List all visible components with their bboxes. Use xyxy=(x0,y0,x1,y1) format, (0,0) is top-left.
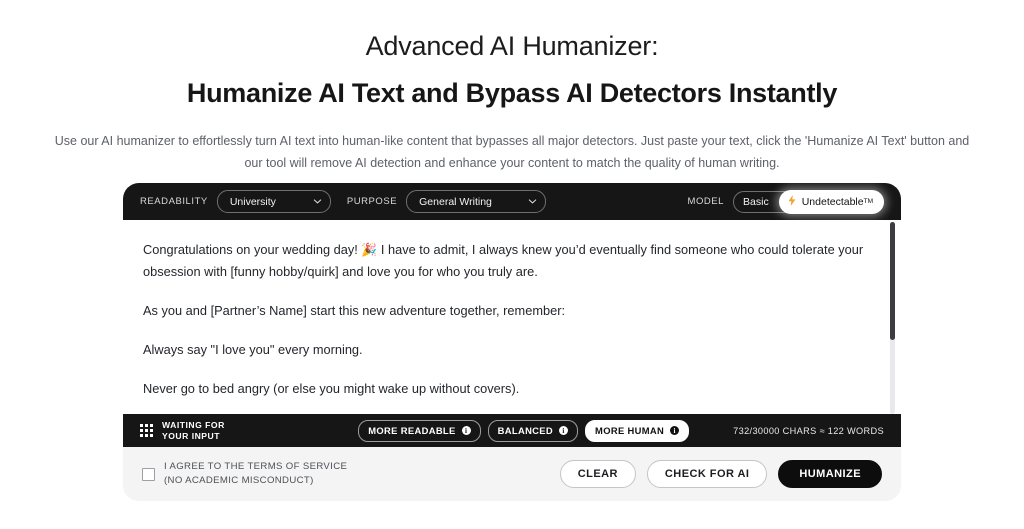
status-message: WAITING FOR YOUR INPUT xyxy=(162,419,225,441)
editor-paragraph: As you and [Partner’s Name] start this n… xyxy=(143,303,566,318)
model-label: MODEL xyxy=(687,196,725,207)
lightning-bolt-icon xyxy=(788,195,796,208)
model-toggle-group: Basic Undetectable TM xyxy=(733,189,884,214)
trademark-mark: TM xyxy=(863,198,873,205)
purpose-label: PURPOSE xyxy=(346,196,398,207)
info-icon[interactable]: i xyxy=(559,426,569,435)
style-pill-more-readable[interactable]: MORE READABLE i xyxy=(358,419,481,442)
clear-button[interactable]: CLEAR xyxy=(559,460,636,488)
editor-text-content: Congratulations on your wedding day! 🎉 I… xyxy=(123,220,901,400)
readability-label: READABILITY xyxy=(140,196,208,207)
page-title-line1: Advanced AI Humanizer: xyxy=(365,31,659,61)
editor-scrollbar-thumb[interactable] xyxy=(890,222,895,340)
editor-paragraph: Never go to bed angry (or else you might… xyxy=(143,381,520,396)
model-option-basic[interactable]: Basic xyxy=(743,196,779,208)
style-pill-balanced[interactable]: BALANCED i xyxy=(487,419,579,442)
info-icon[interactable]: i xyxy=(461,426,471,435)
terms-checkbox[interactable] xyxy=(142,467,155,481)
editor-paragraph: Congratulations on your wedding day! 🎉 I… xyxy=(143,242,864,279)
character-count: 732/30000 CHARS ≈ 122 WORDS xyxy=(733,425,884,436)
style-pill-label: BALANCED xyxy=(497,425,554,436)
chevron-down-icon xyxy=(313,197,322,206)
humanizer-editor-card: READABILITY University PURPOSE General W… xyxy=(123,183,901,501)
editor-inner: READABILITY University PURPOSE General W… xyxy=(123,183,901,447)
check-for-ai-button[interactable]: CHECK FOR AI xyxy=(646,460,768,488)
editor-toolbar: READABILITY University PURPOSE General W… xyxy=(123,183,901,220)
page-subtitle: Use our AI humanizer to effortlessly tur… xyxy=(54,133,970,170)
hero-section: Advanced AI Humanizer: Humanize AI Text … xyxy=(0,0,1024,175)
model-option-undetectable[interactable]: Undetectable TM xyxy=(778,189,884,214)
readability-value: University xyxy=(229,195,276,208)
editor-scrollbar[interactable] xyxy=(890,222,895,414)
terms-label: I AGREE TO THE TERMS OF SERVICE (NO ACAD… xyxy=(164,461,348,486)
style-pill-label: MORE HUMAN xyxy=(595,425,665,436)
model-undetectable-label: Undetectable xyxy=(801,195,864,208)
grid-dots-icon xyxy=(140,424,153,437)
terms-agreement[interactable]: I AGREE TO THE TERMS OF SERVICE (NO ACAD… xyxy=(142,460,347,487)
info-icon[interactable]: i xyxy=(670,426,680,435)
style-pill-more-human[interactable]: MORE HUMAN i xyxy=(585,419,690,442)
editor-footer: I AGREE TO THE TERMS OF SERVICE (NO ACAD… xyxy=(123,447,901,501)
style-pill-group: MORE READABLE i BALANCED i MORE HUMAN i xyxy=(358,419,690,442)
chevron-down-icon xyxy=(528,197,537,206)
humanize-button[interactable]: HUMANIZE xyxy=(778,460,882,488)
page-title-line2: Humanize AI Text and Bypass AI Detectors… xyxy=(186,77,838,108)
editor-status-bar: WAITING FOR YOUR INPUT MORE READABLE i B… xyxy=(123,414,901,447)
purpose-select[interactable]: General Writing xyxy=(406,190,547,213)
editor-textarea[interactable]: Congratulations on your wedding day! 🎉 I… xyxy=(123,220,901,414)
style-pill-label: MORE READABLE xyxy=(368,425,456,436)
readability-select[interactable]: University xyxy=(216,190,331,213)
editor-paragraph: Always say "I love you" every morning. xyxy=(143,342,363,357)
action-button-group: CLEAR CHECK FOR AI HUMANIZE xyxy=(559,460,882,488)
purpose-value: General Writing xyxy=(419,195,492,208)
